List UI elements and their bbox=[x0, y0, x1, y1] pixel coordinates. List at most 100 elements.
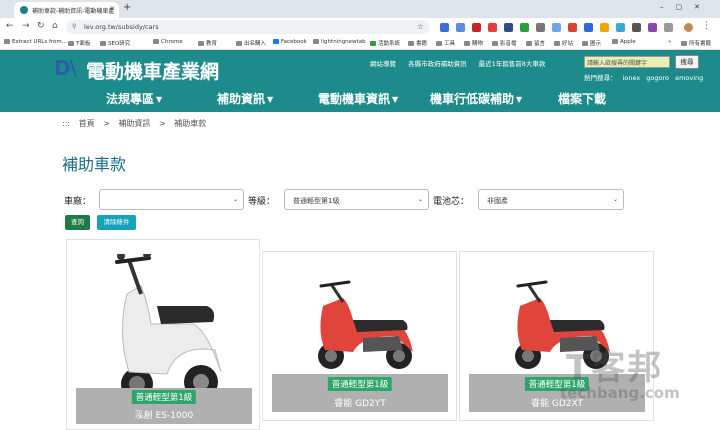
caret-down-icon: ▼ bbox=[267, 95, 274, 104]
techbang-watermark: T客邦 techbang.com bbox=[560, 348, 680, 402]
close-tab-icon[interactable]: ✕ bbox=[109, 5, 115, 13]
hot-search: 熱門搜尋： ionex gogoro emoving bbox=[584, 72, 707, 82]
address-bar[interactable]: ⚲ lev.org.tw/subsidy/cars ☆ bbox=[66, 20, 430, 34]
brand-label: 車廠： bbox=[64, 197, 92, 207]
extension-icon[interactable] bbox=[520, 23, 529, 32]
browser-menu-icon[interactable]: ⋮ bbox=[702, 21, 711, 31]
caret-down-icon: ▼ bbox=[516, 95, 523, 104]
breadcrumb-subsidy[interactable]: 補助資訊 bbox=[118, 119, 150, 128]
breadcrumb-prefix: ::: bbox=[62, 119, 71, 128]
breadcrumb-home[interactable]: 首頁 bbox=[79, 119, 95, 128]
bookmark-item[interactable]: 影音檔 bbox=[492, 39, 517, 47]
car-class-badge: 普通輕型第1級 bbox=[327, 377, 393, 391]
site-title: 電動機車產業網 bbox=[86, 61, 220, 83]
nav-lowcarbon-subsidy[interactable]: 機車行低碳補助 ▼ bbox=[430, 90, 522, 107]
profile-avatar[interactable] bbox=[684, 23, 693, 32]
back-icon[interactable]: ← bbox=[6, 21, 14, 31]
browser-toolbar: ← → ↻ ⌂ ⚲ lev.org.tw/subsidy/cars ☆ ⋮ bbox=[0, 18, 720, 36]
bookmark-item[interactable]: 購物 bbox=[464, 39, 483, 47]
bookmark-item[interactable]: Chrome bbox=[153, 39, 183, 45]
site-info-icon[interactable]: ⚲ bbox=[72, 23, 76, 30]
bookmark-item[interactable]: Extract URLs from... bbox=[4, 39, 67, 45]
scooter-image bbox=[115, 254, 222, 400]
car-class-badge: 普通輕型第1級 bbox=[131, 390, 197, 404]
bookmark-item[interactable]: 書籍 bbox=[408, 39, 427, 47]
breadcrumb-separator: > bbox=[103, 119, 110, 128]
browser-tabstrip: 補助車款-補助資訊-電動機車產 ✕ + –▢✕ bbox=[0, 0, 720, 18]
top-link-county-subsidy[interactable]: 各縣市政府補助資訊 bbox=[408, 60, 467, 68]
hot-search-label: 熱門搜尋： bbox=[584, 74, 617, 82]
breadcrumb-separator: > bbox=[158, 119, 166, 128]
extension-icon[interactable] bbox=[616, 23, 625, 32]
nav-regulations[interactable]: 法規專區 ▼ bbox=[106, 90, 162, 107]
window-controls[interactable]: –▢✕ bbox=[660, 3, 712, 11]
tab-title: 補助車款-補助資訊-電動機車產 bbox=[32, 8, 115, 15]
top-link-top-sales[interactable]: 最近1年銷售前8大車款 bbox=[479, 60, 546, 68]
chevron-down-icon: ⌄ bbox=[417, 196, 423, 203]
site-search-input[interactable]: 請輸入欲搜尋的關鍵字 bbox=[584, 56, 670, 68]
nav-downloads[interactable]: 檔案下載 bbox=[558, 90, 606, 107]
page-title: 補助車款 bbox=[62, 155, 127, 174]
class-select[interactable]: 普通輕型第1級 ⌄ bbox=[284, 189, 429, 210]
bookmark-item[interactable]: 教育 bbox=[198, 39, 217, 47]
extension-icon[interactable] bbox=[456, 23, 465, 32]
bookmark-item[interactable]: Apple bbox=[612, 39, 636, 45]
bookmark-item[interactable]: 出名購入 bbox=[236, 39, 266, 47]
bookmark-item[interactable]: 留言 bbox=[526, 39, 545, 47]
new-tab-icon[interactable]: + bbox=[123, 2, 131, 13]
bookmarks-bar: Extract URLs from... T面板 SEO研究 Chrome 教育… bbox=[0, 36, 720, 50]
brand-select[interactable]: ⌄ bbox=[99, 189, 244, 210]
reload-icon[interactable]: ↻ bbox=[37, 21, 45, 31]
bookmark-star-icon[interactable]: ☆ bbox=[417, 22, 424, 31]
extension-icon[interactable] bbox=[600, 23, 609, 32]
filter-bar: 車廠： ⌄ 等級： 普通輕型第1級 ⌄ 電池芯： 非國產 ⌄ bbox=[64, 189, 664, 211]
forward-icon[interactable]: → bbox=[22, 21, 30, 31]
chevron-down-icon: ⌄ bbox=[232, 196, 238, 203]
bookmark-item[interactable]: lightningnewtab bbox=[313, 39, 366, 45]
nav-subsidy[interactable]: 補助資訊 ▼ bbox=[217, 90, 273, 107]
extension-icon[interactable] bbox=[472, 23, 481, 32]
extension-icon[interactable] bbox=[488, 23, 497, 32]
top-link-sitemap[interactable]: 網站導覽 bbox=[370, 60, 396, 68]
breadcrumb-current: 補助車款 bbox=[174, 119, 207, 128]
extension-icon[interactable] bbox=[536, 23, 545, 32]
bookmark-item[interactable]: 工具 bbox=[436, 39, 455, 47]
site-search-button[interactable]: 搜尋 bbox=[675, 55, 699, 69]
nav-ev-info[interactable]: 電動機車資訊 ▼ bbox=[318, 90, 398, 107]
battery-select[interactable]: 非國產 ⌄ bbox=[478, 189, 624, 210]
extension-icon[interactable] bbox=[568, 23, 577, 32]
browser-tab[interactable]: 補助車款-補助資訊-電動機車產 ✕ bbox=[14, 2, 119, 18]
hot-search-term[interactable]: gogoro bbox=[646, 74, 669, 82]
hot-search-term[interactable]: emoving bbox=[675, 74, 703, 82]
more-bookmarks-icon[interactable]: » bbox=[668, 39, 671, 45]
clear-filters-button[interactable]: 清除條件 bbox=[97, 215, 136, 230]
chevron-down-icon: ⌄ bbox=[612, 196, 618, 203]
extension-icon[interactable] bbox=[648, 23, 657, 32]
car-name: 泓創 ES-1000 bbox=[134, 411, 194, 421]
extension-icon[interactable] bbox=[440, 23, 449, 32]
bookmark-item[interactable]: T面板 bbox=[68, 39, 90, 47]
bookmark-item[interactable]: 所有書籤 bbox=[681, 39, 711, 47]
hot-search-term[interactable]: ionex bbox=[623, 74, 641, 82]
bookmark-item[interactable]: 好站 bbox=[554, 39, 573, 47]
extension-icon[interactable] bbox=[552, 23, 561, 32]
search-button[interactable]: 查詢 bbox=[65, 215, 90, 230]
extensions-puzzle-icon[interactable] bbox=[664, 23, 673, 32]
car-card[interactable]: 普通輕型第1級 睿能 GD2YT bbox=[262, 251, 457, 421]
bookmark-item[interactable]: SEO研究 bbox=[100, 39, 130, 47]
bookmark-item[interactable]: 活動系統 bbox=[370, 39, 400, 47]
home-icon[interactable]: ⌂ bbox=[52, 21, 58, 31]
caret-down-icon: ▼ bbox=[156, 95, 163, 104]
main-nav: 法規專區 ▼ 補助資訊 ▼ 電動機車資訊 ▼ 機車行低碳補助 ▼ 檔案下載 bbox=[0, 90, 720, 108]
extension-icon[interactable] bbox=[504, 23, 513, 32]
bookmark-item[interactable]: 圖示 bbox=[582, 39, 601, 47]
url-text: lev.org.tw/subsidy/cars bbox=[84, 23, 159, 31]
car-name: 睿能 GD2YT bbox=[334, 399, 386, 409]
car-caption: 普通輕型第1級 睿能 GD2YT bbox=[272, 374, 448, 412]
extension-icon[interactable] bbox=[584, 23, 593, 32]
caret-down-icon: ▼ bbox=[392, 95, 399, 104]
scooter-image bbox=[318, 280, 413, 369]
extension-icon[interactable] bbox=[632, 23, 641, 32]
car-card[interactable]: 普通輕型第1級 泓創 ES-1000 bbox=[66, 239, 260, 430]
bookmark-item[interactable]: Facebook bbox=[273, 39, 307, 45]
